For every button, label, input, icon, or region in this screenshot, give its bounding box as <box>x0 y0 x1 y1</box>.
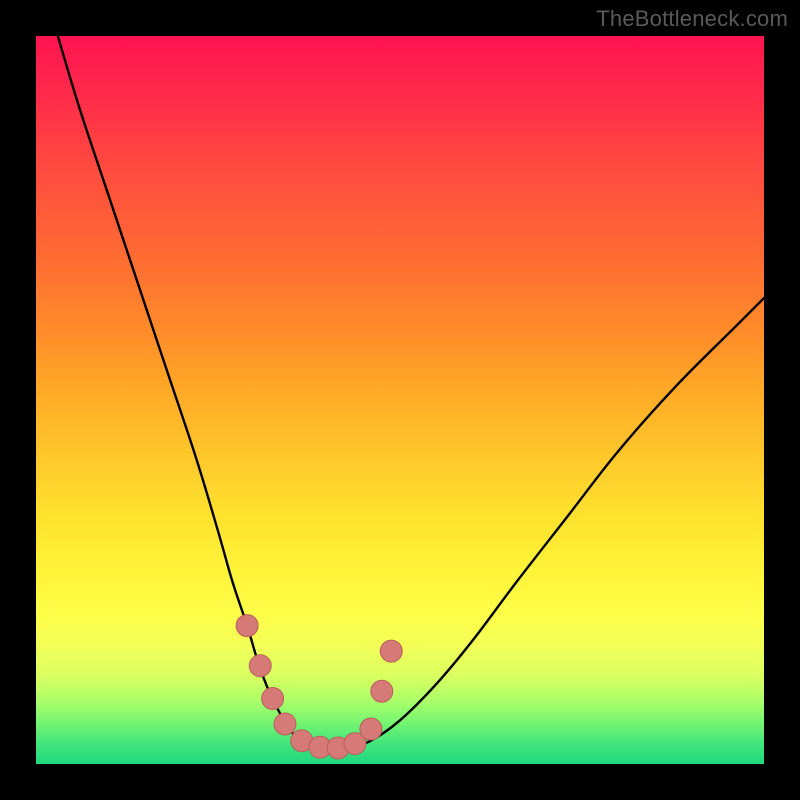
curve-marker <box>236 615 258 637</box>
curve-markers <box>236 615 402 759</box>
outer-frame: TheBottleneck.com <box>0 0 800 800</box>
curve-marker <box>360 718 382 740</box>
chart-svg <box>36 36 764 764</box>
curve-marker <box>249 655 271 677</box>
curve-marker <box>380 640 402 662</box>
watermark-text: TheBottleneck.com <box>596 6 788 32</box>
curve-marker <box>371 680 393 702</box>
plot-area <box>36 36 764 764</box>
curve-marker <box>274 713 296 735</box>
bottleneck-curve <box>58 36 764 749</box>
curve-marker <box>262 687 284 709</box>
